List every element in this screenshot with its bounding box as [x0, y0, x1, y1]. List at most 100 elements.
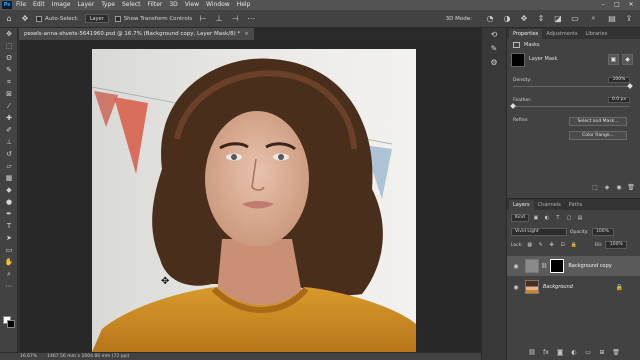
- mask-thumbnail[interactable]: [511, 53, 525, 67]
- eye-icon[interactable]: ◉: [511, 284, 521, 291]
- tab-libraries[interactable]: Libraries: [582, 29, 612, 39]
- filter-adjustment-icon[interactable]: ◐: [543, 214, 551, 222]
- new-layer-icon[interactable]: ⊞: [598, 349, 606, 357]
- more-tools-icon[interactable]: ⋯: [0, 280, 18, 292]
- menu-select[interactable]: Select: [122, 0, 141, 10]
- filter-pixel-icon[interactable]: ▣: [532, 214, 540, 222]
- eye-icon[interactable]: ◉: [511, 263, 521, 270]
- adjustment-layer-icon[interactable]: ◐: [570, 349, 578, 357]
- lock-position-icon[interactable]: ✥: [548, 241, 556, 249]
- video-icon[interactable]: ▭: [570, 14, 580, 24]
- menu-window[interactable]: Window: [206, 0, 230, 10]
- lock-artboard-icon[interactable]: ⊡: [559, 241, 567, 249]
- tab-paths[interactable]: Paths: [565, 200, 587, 210]
- layer-row-background[interactable]: ◉ Background 🔒: [507, 277, 640, 297]
- share-icon[interactable]: ⇪: [624, 14, 634, 24]
- eraser-tool-icon[interactable]: ▱: [0, 160, 18, 172]
- path-selection-tool-icon[interactable]: ➤: [0, 232, 18, 244]
- fill-input[interactable]: 100%: [605, 241, 628, 249]
- visibility-icon[interactable]: ◉: [615, 184, 623, 192]
- zoom-level[interactable]: 16.67%: [20, 354, 37, 359]
- opacity-input[interactable]: 100%: [591, 228, 614, 236]
- lock-pixels-icon[interactable]: ✎: [537, 241, 545, 249]
- move-tool-icon[interactable]: ✥: [0, 28, 18, 40]
- feather-slider-handle[interactable]: [510, 103, 516, 109]
- delete-mask-icon[interactable]: 🗑: [627, 184, 635, 192]
- tab-channels[interactable]: Channels: [534, 200, 565, 210]
- hand-tool-icon[interactable]: ✋: [0, 256, 18, 268]
- crop-tool-icon[interactable]: ⌗: [0, 76, 18, 88]
- maximize-button[interactable]: □: [610, 0, 624, 10]
- link-icon[interactable]: ⛓: [541, 263, 547, 269]
- 3d-pan-icon[interactable]: ✥: [519, 14, 529, 24]
- apply-mask-icon[interactable]: ◈: [603, 184, 611, 192]
- close-window-button[interactable]: ✕: [624, 0, 638, 10]
- marquee-tool-icon[interactable]: ⬚: [0, 40, 18, 52]
- gradient-tool-icon[interactable]: ▦: [0, 172, 18, 184]
- healing-brush-tool-icon[interactable]: ✚: [0, 112, 18, 124]
- dodge-tool-icon[interactable]: ●: [0, 196, 18, 208]
- auto-select-checkbox[interactable]: [36, 15, 42, 22]
- link-layers-icon[interactable]: ⛓: [528, 349, 536, 357]
- document-image[interactable]: [92, 49, 416, 352]
- home-icon[interactable]: ⌂: [4, 14, 14, 24]
- clone-stamp-tool-icon[interactable]: ⊥: [0, 136, 18, 148]
- add-mask-icon[interactable]: ◙: [556, 349, 564, 357]
- blend-mode-dropdown[interactable]: Vivid Light: [511, 228, 567, 236]
- move-tool-icon[interactable]: ✥: [20, 14, 30, 24]
- align-right-icon[interactable]: ⊣: [230, 14, 240, 24]
- tab-adjustments[interactable]: Adjustments: [542, 29, 581, 39]
- minimize-button[interactable]: –: [596, 0, 610, 10]
- frame-tool-icon[interactable]: ⊠: [0, 88, 18, 100]
- menu-type[interactable]: Type: [101, 0, 115, 10]
- type-tool-icon[interactable]: T: [0, 220, 18, 232]
- document-tab[interactable]: pexels-anna-shvets-5641960.psd @ 16.7% (…: [19, 28, 254, 40]
- align-left-icon[interactable]: ⊢: [198, 14, 208, 24]
- eyedropper-tool-icon[interactable]: ⁄: [0, 100, 18, 112]
- menu-view[interactable]: View: [185, 0, 199, 10]
- menu-file[interactable]: File: [16, 0, 26, 10]
- add-vector-mask-icon[interactable]: ◆: [622, 54, 633, 65]
- menu-edit[interactable]: Edit: [33, 0, 45, 10]
- density-slider[interactable]: [513, 83, 633, 89]
- delete-layer-icon[interactable]: 🗑: [612, 349, 620, 357]
- rectangle-tool-icon[interactable]: ▭: [0, 244, 18, 256]
- layer-row-background-copy[interactable]: ◉ ⛓ Background copy: [507, 256, 640, 276]
- feather-input[interactable]: 0.0 px: [608, 97, 630, 103]
- filter-smart-object-icon[interactable]: ▤: [576, 214, 584, 222]
- layer-style-icon[interactable]: fx: [542, 349, 550, 357]
- load-selection-icon[interactable]: ⬚: [591, 184, 599, 192]
- 3d-slide-icon[interactable]: ⇕: [536, 14, 546, 24]
- feather-slider[interactable]: [510, 103, 630, 109]
- more-options-icon[interactable]: ⋯: [246, 14, 256, 24]
- pen-tool-icon[interactable]: ✒: [0, 208, 18, 220]
- brush-tool-icon[interactable]: ✐: [0, 124, 18, 136]
- auto-select-dropdown[interactable]: Layer: [84, 14, 109, 23]
- tab-layers[interactable]: Layers: [509, 200, 534, 210]
- menu-filter[interactable]: Filter: [148, 0, 163, 10]
- background-color-swatch[interactable]: [7, 320, 15, 328]
- history-brush-tool-icon[interactable]: ↺: [0, 148, 18, 160]
- select-and-mask-button[interactable]: Select and Mask...: [569, 117, 627, 126]
- filter-shape-icon[interactable]: ▢: [565, 214, 573, 222]
- lasso-tool-icon[interactable]: ʘ: [0, 52, 18, 64]
- close-icon[interactable]: ×: [244, 31, 249, 37]
- align-center-icon[interactable]: ⊥: [214, 14, 224, 24]
- zoom-tool-icon[interactable]: ⌕: [0, 268, 18, 280]
- layer-mask-thumbnail[interactable]: [550, 259, 565, 273]
- menu-image[interactable]: Image: [52, 0, 71, 10]
- density-input[interactable]: 100%: [608, 77, 630, 83]
- group-icon[interactable]: ▭: [584, 349, 592, 357]
- lock-transparency-icon[interactable]: ▦: [526, 241, 534, 249]
- filter-type-icon[interactable]: T: [554, 214, 562, 222]
- blur-tool-icon[interactable]: ◆: [0, 184, 18, 196]
- menu-help[interactable]: Help: [237, 0, 251, 10]
- layer-filter-dropdown[interactable]: Kind: [511, 214, 529, 222]
- workspace-icon[interactable]: ▤: [607, 14, 617, 24]
- quick-select-tool-icon[interactable]: ✎: [0, 64, 18, 76]
- tab-properties[interactable]: Properties: [509, 29, 543, 39]
- transform-controls-checkbox[interactable]: [114, 15, 121, 22]
- color-range-button[interactable]: Color Range...: [569, 131, 627, 140]
- 3d-orbit-icon[interactable]: ◔: [485, 14, 495, 24]
- history-icon[interactable]: ⟲: [482, 28, 506, 42]
